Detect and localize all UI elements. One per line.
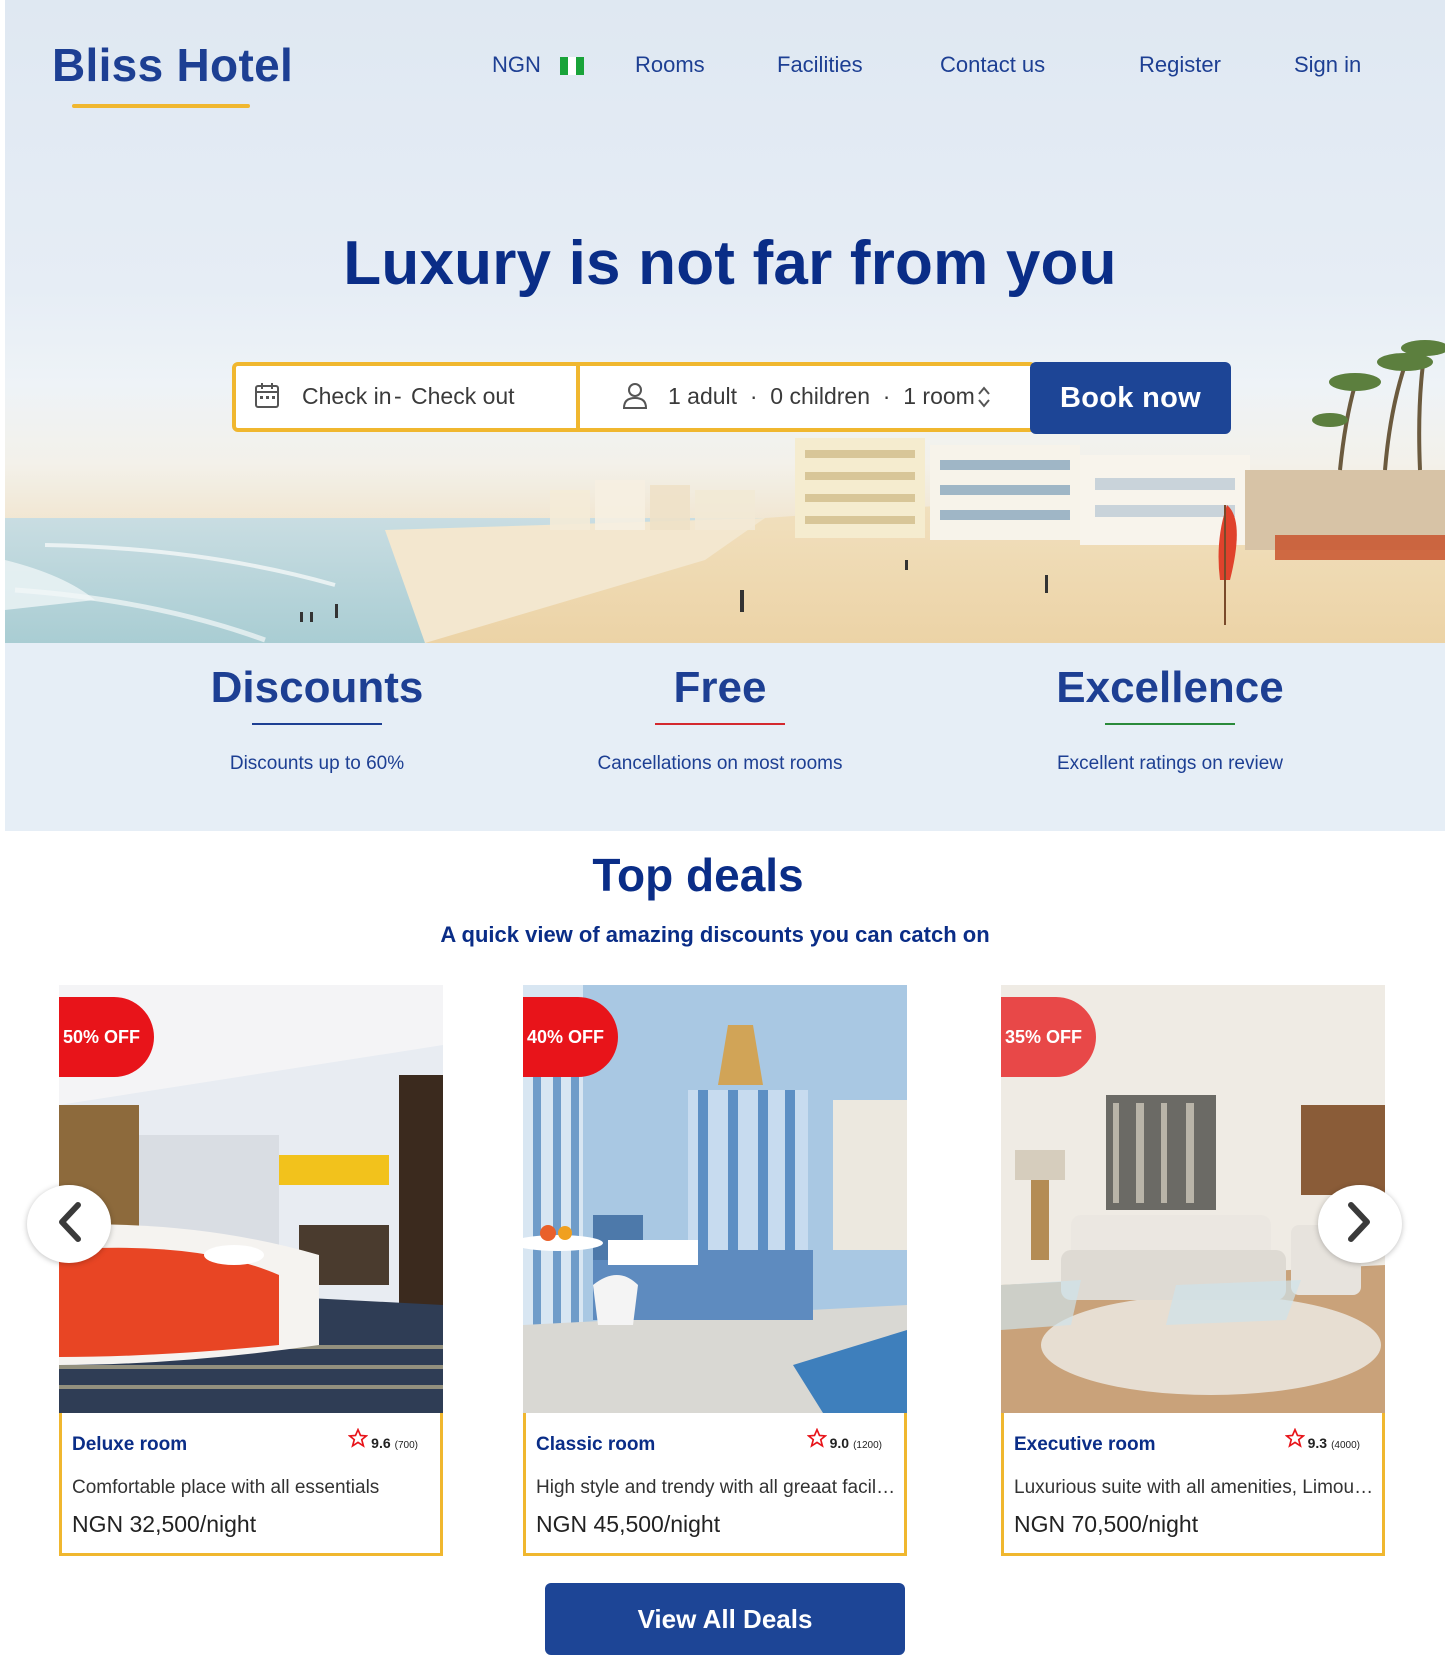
star-icon — [1284, 1427, 1306, 1453]
book-now-button[interactable]: Book now — [1030, 362, 1231, 434]
feature-subtitle: Excellent ratings on review — [1057, 753, 1283, 774]
guests-summary: 1 adult · 0 children · 1 room — [668, 383, 975, 409]
feature-underline — [655, 723, 785, 725]
feature-subtitle: Cancellations on most rooms — [597, 753, 843, 774]
feature-underline — [1105, 723, 1235, 725]
star-icon — [806, 1427, 828, 1453]
brand-underline — [72, 104, 250, 108]
nav-facilities[interactable]: Facilities — [777, 52, 863, 78]
room-price: NGN 32,500/night — [72, 1511, 257, 1537]
room-price: NGN 70,500/night — [1014, 1511, 1199, 1537]
rating-score: 9.6 — [371, 1435, 391, 1451]
rating: 9.6 (700) — [347, 1427, 418, 1453]
carousel-prev-button[interactable] — [27, 1185, 111, 1263]
card-details: Deluxe room 9.6 (700) Comfortable place … — [59, 1413, 443, 1556]
nav-rooms[interactable]: Rooms — [635, 52, 705, 78]
nav-signin[interactable]: Sign in — [1294, 52, 1361, 78]
checkout-label: Check out — [411, 383, 515, 409]
nigeria-flag-icon[interactable] — [560, 57, 584, 75]
star-icon — [347, 1427, 369, 1453]
deals-subtitle: A quick view of amazing discounts you ca… — [440, 922, 990, 947]
nav-contact[interactable]: Contact us — [940, 52, 1045, 78]
guests-field[interactable]: 1 adult · 0 children · 1 room — [580, 366, 1032, 428]
feature-excellence: Excellence Excellent ratings on review — [1020, 663, 1320, 775]
deal-card[interactable]: 35% OFF Executive room 9.3 (4000) Luxuri… — [1001, 985, 1385, 1556]
room-description: High style and trendy with all greaat fa… — [536, 1477, 898, 1498]
room-name: Classic room — [536, 1434, 656, 1455]
feature-title: Free — [673, 663, 767, 712]
deal-card[interactable]: 40% OFF Classic room 9.0 (1200) High sty… — [523, 985, 907, 1556]
person-icon — [622, 382, 648, 415]
room-description: Comfortable place with all essentials — [72, 1477, 380, 1498]
checkin-label: Check in — [302, 383, 392, 409]
nav-register[interactable]: Register — [1139, 52, 1221, 78]
rating-count: (1200) — [853, 1440, 882, 1451]
feature-title: Excellence — [1056, 663, 1284, 712]
feature-title: Discounts — [210, 663, 424, 712]
calendar-icon — [254, 381, 280, 414]
booking-search-bar: Check in - Check out 1 adult · 0 childre… — [232, 362, 1036, 432]
features-strip: Discounts Discounts up to 60% Free Cance… — [5, 643, 1445, 831]
feature-subtitle: Discounts up to 60% — [229, 753, 405, 774]
rating: 9.3 (4000) — [1284, 1427, 1360, 1453]
rating-score: 9.0 — [829, 1435, 850, 1451]
hero-section: Bliss Hotel NGN Rooms Facilities Contact… — [5, 0, 1445, 643]
rating-count: (4000) — [1331, 1440, 1360, 1451]
deal-card[interactable]: 50% OFF Deluxe room 9.6 (700) Comfortabl… — [59, 985, 443, 1556]
carousel-next-button[interactable] — [1318, 1185, 1402, 1263]
rating-count: (700) — [394, 1440, 418, 1451]
deals-title: Top deals — [592, 849, 804, 901]
chevron-right-icon — [1345, 1201, 1375, 1248]
feature-underline — [252, 723, 382, 725]
room-price: NGN 45,500/night — [536, 1511, 721, 1537]
room-description: Luxurious suite with all amenities, Limo… — [1014, 1477, 1376, 1498]
room-name: Deluxe room — [72, 1434, 188, 1455]
view-all-deals-button[interactable]: View All Deals — [545, 1583, 905, 1655]
date-range-field[interactable]: Check in - Check out — [236, 366, 580, 428]
feature-free: Free Cancellations on most rooms — [560, 663, 880, 775]
discount-badge: 40% OFF — [523, 997, 619, 1077]
feature-discounts: Discounts Discounts up to 60% — [177, 663, 457, 775]
date-separator: - — [394, 383, 402, 409]
room-name: Executive room — [1014, 1434, 1156, 1455]
rating-score: 9.3 — [1307, 1435, 1328, 1451]
rating: 9.0 (1200) — [806, 1427, 882, 1453]
card-details: Executive room 9.3 (4000) Luxurious suit… — [1001, 1413, 1385, 1556]
hero-headline: Luxury is not far from you — [343, 229, 1117, 298]
currency-selector[interactable]: NGN — [492, 52, 541, 78]
chevron-left-icon — [54, 1201, 84, 1248]
sort-icon[interactable] — [976, 384, 992, 415]
main-nav: NGN Rooms Facilities Contact us Register… — [5, 52, 1445, 82]
discount-badge: 50% OFF — [59, 997, 155, 1077]
discount-badge: 35% OFF — [1001, 997, 1097, 1077]
beach-hero-image — [5, 340, 1445, 643]
card-details: Classic room 9.0 (1200) High style and t… — [523, 1413, 907, 1556]
